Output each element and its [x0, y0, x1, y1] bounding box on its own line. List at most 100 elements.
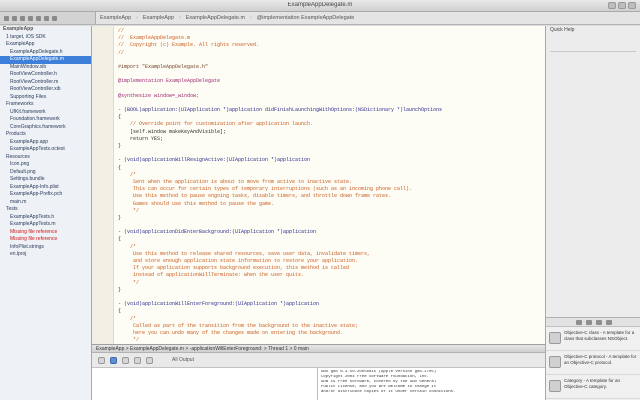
jumpbar-crumb[interactable]: ExampleAppDelegate.m [186, 15, 245, 21]
navigator-item[interactable]: InfoPlist.strings [0, 244, 91, 252]
navigator-item[interactable]: Tests [0, 206, 91, 214]
object-library-tab-icon[interactable] [596, 319, 602, 325]
code-text[interactable]: { [118, 114, 121, 120]
step-over-button[interactable] [122, 356, 129, 364]
jumpbar-crumb[interactable]: @implementation ExampleAppDelegate [257, 15, 355, 21]
code-text[interactable]: - (void)applicationDidEnterBackground:(U… [118, 229, 316, 235]
code-text[interactable]: /* [118, 172, 136, 178]
code-line[interactable]: 22 Sent when the application is about to… [118, 179, 543, 186]
code-line[interactable]: 6#import "ExampleAppDelegate.h" [118, 64, 543, 71]
code-text[interactable]: here you can undo many of the changes ma… [118, 330, 343, 336]
code-line[interactable]: 38 [118, 294, 543, 301]
code-text[interactable]: } [118, 215, 121, 221]
code-text[interactable]: { [118, 165, 121, 171]
code-line[interactable]: 44 */ [118, 337, 543, 342]
jumpbar-crumb[interactable]: ExampleApp [143, 15, 174, 21]
code-line[interactable]: 15 [self.window makeKeyAndVisible]; [118, 129, 543, 136]
code-text[interactable]: { [118, 308, 121, 314]
output-filter-label[interactable]: All Output [172, 357, 194, 363]
code-text[interactable]: @synthesize window=_window; [118, 93, 199, 99]
library-item[interactable]: Objective-C protocol - A template for an… [546, 351, 640, 375]
navigator-item[interactable]: ExampleApp.app [0, 139, 91, 147]
code-line[interactable]: 3// Copyright (c) Example. All rights re… [118, 42, 543, 49]
code-text[interactable]: } [118, 143, 121, 149]
code-line[interactable]: 2// ExampleAppDelegate.m [118, 35, 543, 42]
library-item[interactable]: Category - A template for an Objective-C… [546, 375, 640, 399]
navigator-item[interactable]: Foundation.framework [0, 116, 91, 124]
library-item[interactable]: Objective-C class - A template for a cla… [546, 327, 640, 351]
step-out-button[interactable] [146, 356, 153, 364]
navigator-item[interactable]: ExampleAppTests.octest [0, 146, 91, 154]
navigator-item[interactable]: RootViewController.xib [0, 86, 91, 94]
console-output[interactable]: GNU gdb 6.3.50-20050815 (Apple version g… [318, 368, 545, 400]
code-line[interactable]: 17} [118, 143, 543, 150]
navigator-item[interactable]: ExampleApp-Info.plist [0, 184, 91, 192]
code-line[interactable]: 23 This can occur for certain types of t… [118, 186, 543, 193]
code-text[interactable]: Use this method to release shared resour… [118, 251, 370, 257]
code-line[interactable]: 26 */ [118, 208, 543, 215]
code-line[interactable]: 39- (void)applicationWillEnterForeground… [118, 301, 543, 308]
navigator-item[interactable]: Settings.bundle [0, 176, 91, 184]
code-text[interactable]: // [118, 28, 124, 34]
navigator-item[interactable]: 1 target, iOS SDK [0, 34, 91, 42]
file-template-tab-icon[interactable] [576, 319, 582, 325]
code-text[interactable]: - (BOOL)application:(UIApplication *)app… [118, 107, 442, 113]
code-text[interactable]: #import "ExampleAppDelegate.h" [118, 64, 208, 70]
navigator-item[interactable]: Products [0, 131, 91, 139]
code-line[interactable]: 13{ [118, 114, 543, 121]
code-line[interactable]: 33 and store enough application state in… [118, 258, 543, 265]
code-text[interactable]: Sent when the application is about to mo… [118, 179, 352, 185]
code-text[interactable]: [self.window makeKeyAndVisible]; [118, 129, 226, 135]
code-text[interactable]: */ [118, 280, 139, 286]
code-area[interactable]: 1//2// ExampleAppDelegate.m3// Copyright… [118, 28, 543, 342]
code-text[interactable]: return YES; [118, 136, 163, 142]
code-text[interactable]: */ [118, 337, 139, 342]
code-line[interactable]: 9 [118, 86, 543, 93]
code-line[interactable]: 28 [118, 222, 543, 229]
navigator-item[interactable]: Icon.png [0, 161, 91, 169]
hide-debug-area-button[interactable] [98, 356, 105, 364]
symbol-navigator-icon[interactable] [12, 15, 17, 21]
debug-jump-bar[interactable]: ExampleApp > ExampleAppDelegate.m > -app… [92, 344, 545, 353]
code-text[interactable]: Games should use this method to pause th… [118, 201, 274, 207]
code-text[interactable]: // ExampleAppDelegate.m [118, 35, 190, 41]
code-line[interactable]: 20{ [118, 165, 543, 172]
code-text[interactable]: /* [118, 244, 136, 250]
navigator-item[interactable]: ExampleAppDelegate.h [0, 49, 91, 57]
code-line[interactable]: 32 Use this method to release shared res… [118, 251, 543, 258]
code-line[interactable]: 34 If your application supports backgrou… [118, 265, 543, 272]
navigator-item[interactable]: ExampleAppTests.h [0, 214, 91, 222]
navigator-item[interactable]: main.m [0, 199, 91, 207]
log-navigator-icon[interactable] [52, 15, 57, 21]
code-line[interactable]: 16 return YES; [118, 136, 543, 143]
code-line[interactable]: 41 /* [118, 316, 543, 323]
code-line[interactable]: 35 instead of applicationWillTerminate: … [118, 272, 543, 279]
navigator-item[interactable]: ExampleAppTests.m [0, 221, 91, 229]
navigator-item[interactable]: Missing file reference [0, 236, 91, 244]
code-line[interactable]: 25 Games should use this method to pause… [118, 201, 543, 208]
navigator-item[interactable]: RootViewController.h [0, 71, 91, 79]
navigator-item[interactable]: RootViewController.m [0, 79, 91, 87]
code-line[interactable]: 10@synthesize window=_window; [118, 93, 543, 100]
code-text[interactable]: /* [118, 316, 136, 322]
navigator-item[interactable]: UIKit.framework [0, 109, 91, 117]
code-text[interactable]: - (void)applicationWillEnterForeground:(… [118, 301, 319, 307]
navigator-item[interactable]: Resources [0, 154, 91, 162]
code-text[interactable]: Called as part of the transition from th… [118, 323, 358, 329]
step-into-button[interactable] [134, 356, 141, 364]
utilities-toggle-button[interactable] [628, 2, 636, 9]
code-line[interactable]: 12- (BOOL)application:(UIApplication *)a… [118, 107, 543, 114]
code-text[interactable]: - (void)applicationWillResignActive:(UIA… [118, 157, 310, 163]
code-line[interactable]: 42 Called as part of the transition from… [118, 323, 543, 330]
code-text[interactable]: instead of applicationWillTerminate: whe… [118, 272, 304, 278]
code-line[interactable]: 19- (void)applicationWillResignActive:(U… [118, 157, 543, 164]
jumpbar-crumb[interactable]: ExampleApp [100, 15, 131, 21]
code-text[interactable]: // [118, 50, 124, 56]
code-text[interactable]: and store enough application state infor… [118, 258, 358, 264]
code-text[interactable]: { [118, 236, 121, 242]
navigator-item[interactable]: Frameworks [0, 101, 91, 109]
navigator-item[interactable]: Supporting Files [0, 94, 91, 102]
continue-button[interactable] [110, 356, 117, 364]
debug-area-toggle-button[interactable] [618, 2, 626, 9]
code-line[interactable]: 4// [118, 50, 543, 57]
